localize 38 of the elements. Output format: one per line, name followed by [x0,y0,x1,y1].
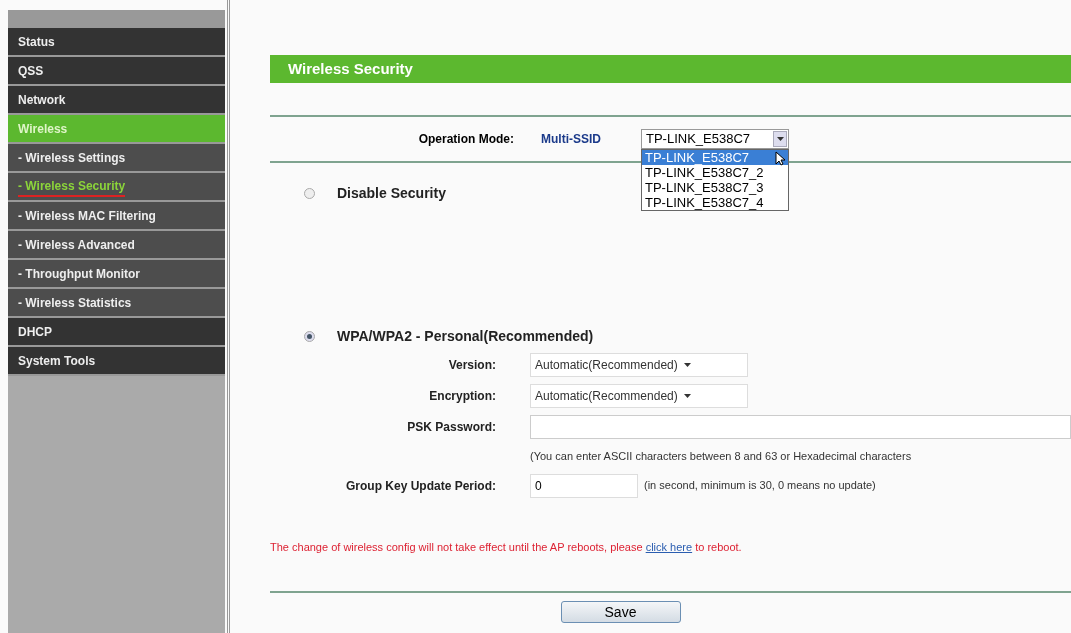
radio-label: Disable Security [337,183,446,203]
select-field[interactable]: Automatic(Recommended) [530,383,748,408]
dropdown-option[interactable]: TP-LINK_E538C7_4 [642,195,788,210]
reboot-notice: The change of wireless config will not take effect until the AP reboots, please click here to reboot. [270,540,743,555]
sidebar-item[interactable]: DHCP [8,318,225,345]
field-label: Version: [447,356,496,374]
sidebar-item[interactable]: - Wireless Settings [8,144,225,171]
sidebar-item[interactable]: Status [8,28,225,55]
hint-text: (You can enter ASCII characters between 8 and 63 or Hexadecimal characters [530,448,912,464]
save-button[interactable]: Save [560,601,681,623]
select-field[interactable]: Automatic(Recommended) [530,352,748,377]
sidebar-item[interactable]: QSS [8,57,225,84]
mode-text: Multi-SSID [541,131,602,148]
radio-button[interactable] [304,187,315,199]
field-label: Encryption: [428,387,496,405]
caret-icon [683,362,691,367]
page-title: Wireless Security [288,58,413,79]
field-label: PSK Password: [406,418,496,436]
input-field[interactable] [530,414,1071,439]
caret-icon [683,393,691,398]
field-label: Group Key Update Period: [344,477,496,495]
ssid-dropdown[interactable]: TP-LINK_E538C7 [641,129,789,149]
sidebar-item[interactable]: - Wireless Advanced [8,231,225,258]
sidebar-item[interactable]: - Wireless MAC Filtering [8,202,225,229]
dropdown-option[interactable]: TP-LINK_E538C7_3 [642,180,788,195]
field-label: Operation Mode: [417,131,514,148]
reboot-link[interactable]: click here [645,541,693,553]
dropdown-option[interactable]: TP-LINK_E538C7 [642,150,788,165]
dropdown-option[interactable]: TP-LINK_E538C7_2 [642,165,788,180]
input-field[interactable]: 0 [530,473,638,498]
hint-text: (in second, minimum is 30, 0 means no update) [644,478,876,494]
radio-label: WPA/WPA2 - Personal(Recommended) [337,326,594,346]
sidebar-item[interactable]: Network [8,86,225,113]
sidebar-item[interactable]: System Tools [8,347,225,374]
radio-button[interactable] [304,330,315,342]
sidebar-item[interactable]: - Throughput Monitor [8,260,225,287]
sidebar-item[interactable]: - Wireless Security [8,173,225,200]
sidebar-item[interactable]: - Wireless Statistics [8,289,225,316]
